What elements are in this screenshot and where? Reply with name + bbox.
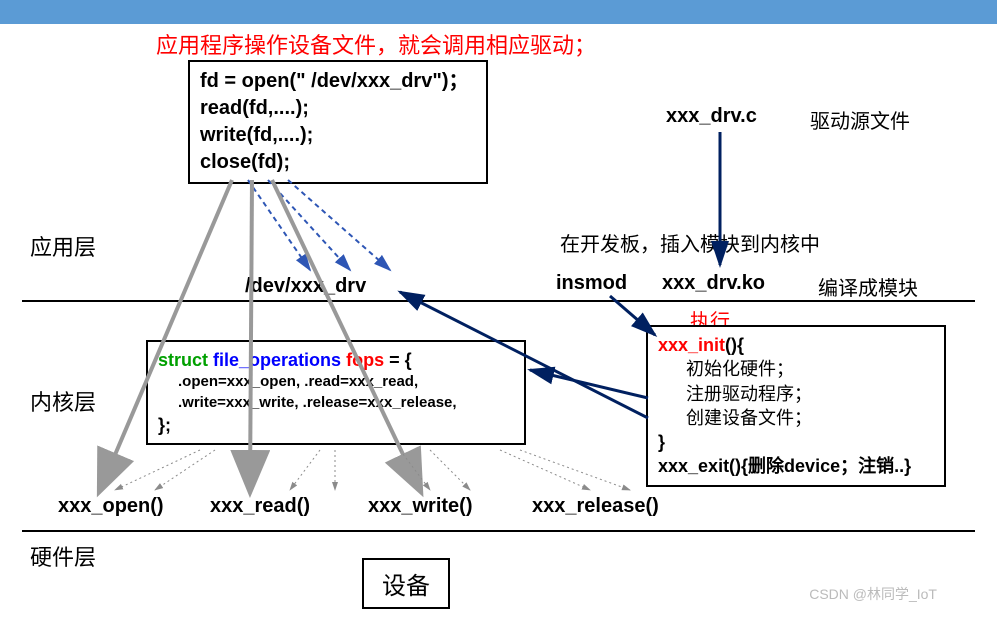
fops-close: };	[158, 413, 514, 437]
fops-code-box: struct file_operations fops = { .open=xx…	[146, 340, 526, 445]
exit-line: xxx_exit(){删除device；注销..}	[658, 454, 934, 478]
kw-var: fops	[346, 350, 384, 370]
layer-kernel-label: 内核层	[30, 385, 96, 417]
fn-xxx-release: xxx_release()	[532, 495, 659, 518]
kw-struct: struct	[158, 350, 208, 370]
init-code-box: xxx_init(){ 初始化硬件； 注册驱动程序； 创建设备文件； } xxx…	[646, 325, 946, 487]
layer-app-label: 应用层	[30, 230, 96, 262]
app-code-box: fd = open(" /dev/xxx_drv")； read(fd,....…	[188, 60, 488, 184]
decl-tail: = {	[389, 350, 412, 370]
fn-xxx-open: xxx_open()	[58, 495, 164, 518]
fops-body-line: .write=xxx_write, .release=xxx_release,	[158, 393, 514, 413]
drv-src-desc: 驱动源文件	[810, 105, 910, 134]
code-line: read(fd,....);	[200, 95, 476, 122]
init-body-line: 注册驱动程序；	[658, 382, 934, 406]
init-close: }	[658, 430, 934, 454]
init-body-line: 初始化硬件；	[658, 357, 934, 381]
drv-ko: xxx_drv.ko	[662, 272, 765, 295]
fn-xxx-write: xxx_write()	[368, 495, 473, 518]
drv-src-file: xxx_drv.c	[666, 105, 757, 128]
insmod-desc: 在开发板，插入模块到内核中	[560, 228, 820, 257]
layer-hw-label: 硬件层	[30, 540, 96, 572]
init-fn-tail: (){	[725, 335, 744, 355]
init-body-line: 创建设备文件；	[658, 406, 934, 430]
code-line: fd = open(" /dev/xxx_drv")；	[200, 68, 476, 95]
init-fn-name: xxx_init	[658, 335, 725, 355]
arrows-overlay	[0, 0, 997, 622]
code-line: close(fd);	[200, 149, 476, 176]
insmod-cmd: insmod	[556, 272, 627, 295]
dev-node-text: /dev/xxx_drv	[245, 275, 366, 298]
code-line: write(fd,....);	[200, 122, 476, 149]
compile-mod: 编译成模块	[818, 272, 918, 301]
diagram-title: 应用程序操作设备文件，就会调用相应驱动；	[156, 28, 596, 60]
device-box: 设备	[362, 558, 450, 609]
top-bar	[0, 0, 997, 24]
fops-body-line: .open=xxx_open, .read=xxx_read,	[158, 372, 514, 392]
fn-xxx-read: xxx_read()	[210, 495, 310, 518]
watermark: CSDN @林同学_IoT	[809, 584, 937, 604]
divider-kernel-hw	[22, 530, 975, 532]
kw-type: file_operations	[213, 350, 341, 370]
